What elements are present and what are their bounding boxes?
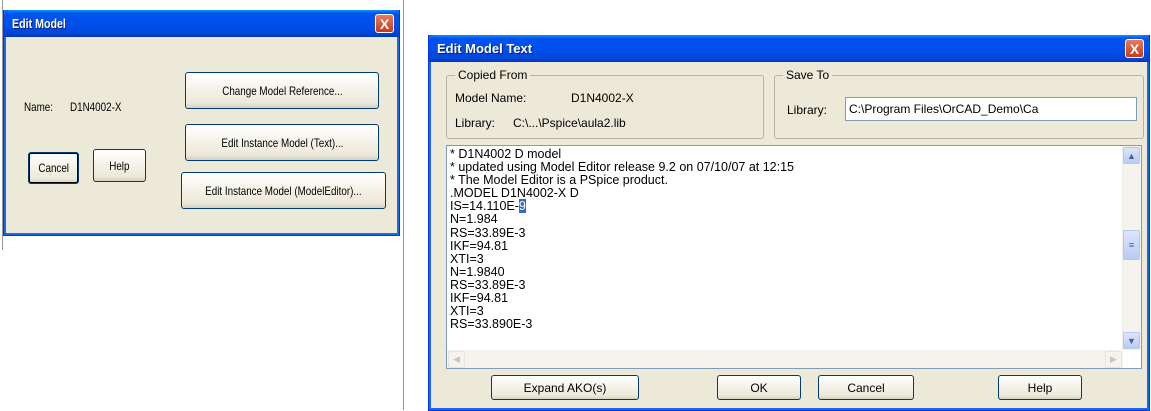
edit-instance-modeleditor-button[interactable]: Edit Instance Model (ModelEditor)... [181, 172, 386, 209]
button-label: Cancel [38, 161, 69, 175]
code-line: .MODEL D1N4002-X D [450, 186, 579, 201]
code-line: RS=33.890E-3 [450, 317, 533, 332]
button-label: Edit Instance Model (ModelEditor)... [205, 183, 362, 198]
library-path-text: C:\Program Files\OrCAD_Demo\Ca [849, 102, 1039, 116]
cancel-button[interactable]: Cancel [28, 152, 79, 184]
button-label: Expand AKO(s) [523, 380, 607, 395]
button-label: OK [750, 380, 768, 395]
title-bar[interactable]: Edit Model Text X [429, 35, 1149, 62]
code-line: XTI=3 [450, 304, 484, 319]
schematic-grid [0, 245, 410, 246]
edit-instance-text-button[interactable]: Edit Instance Model (Text)... [185, 124, 379, 161]
model-name-label: Model Name: [455, 91, 527, 105]
scroll-up-icon[interactable]: ▲ [1123, 147, 1140, 164]
name-value: D1N4002-X [70, 100, 122, 114]
model-text[interactable]: * D1N4002 D model * updated using Model E… [450, 147, 1119, 332]
title-bar[interactable]: Edit Model X [4, 10, 399, 37]
button-label: Change Model Reference... [221, 83, 343, 98]
name-label: Name: [24, 100, 53, 114]
ok-button[interactable]: OK [717, 375, 801, 400]
save-to-group: Save To Library: C:\Program Files\OrCAD_… [774, 68, 1144, 139]
save-library-field[interactable]: C:\Program Files\OrCAD_Demo\Ca [845, 97, 1137, 121]
horizontal-scrollbar[interactable]: ◀ ▶ [447, 350, 1123, 368]
scroll-down-icon[interactable]: ▼ [1123, 332, 1140, 349]
copied-from-group: Copied From Model Name: D1N4002-X Librar… [446, 68, 764, 139]
edit-model-text-dialog: Edit Model Text X Copied From Model Name… [428, 35, 1150, 411]
model-text-editor[interactable]: * D1N4002 D model * updated using Model E… [446, 145, 1142, 369]
button-label: Cancel [847, 380, 885, 395]
dialog-title: Edit Model [12, 16, 66, 31]
code-line: IS=14.110E-9 [450, 199, 526, 214]
scroll-thumb[interactable]: ≡ [1123, 229, 1140, 260]
model-name-value: D1N4002-X [571, 91, 634, 105]
code-line: IKF=94.81 [450, 291, 509, 306]
group-legend: Copied From [455, 68, 531, 82]
cancel-button[interactable]: Cancel [818, 375, 914, 400]
selected-text: 9 [518, 199, 526, 214]
library-label: Library: [787, 103, 828, 117]
close-icon[interactable]: X [1125, 39, 1144, 58]
button-label: Edit Instance Model (Text)... [221, 135, 343, 150]
vertical-scrollbar[interactable]: ▲ ≡ ▼ [1122, 146, 1141, 350]
edit-model-dialog: Edit Model X Name: D1N4002-X Change Mode… [3, 10, 400, 236]
code-line: RS=33.89E-3 [450, 277, 526, 292]
group-legend: Save To [783, 68, 833, 82]
expand-ako-button[interactable]: Expand AKO(s) [491, 375, 639, 400]
library-value: C:\...\Pspice\aula2.lib [513, 116, 626, 130]
scroll-right-icon[interactable]: ▶ [1105, 351, 1122, 368]
library-label: Library: [455, 116, 496, 130]
change-model-reference-button[interactable]: Change Model Reference... [185, 72, 379, 109]
code-line: XTI=3 [450, 251, 484, 266]
help-button[interactable]: Help [93, 149, 146, 182]
schematic-grid [403, 0, 404, 410]
button-label: Help [1027, 380, 1053, 395]
code-line: IKF=94.81 [450, 238, 509, 253]
button-label: Help [109, 158, 130, 173]
code-line: N=1.9840 [450, 264, 505, 279]
help-button[interactable]: Help [998, 375, 1082, 400]
close-icon[interactable]: X [375, 14, 394, 33]
code-line: RS=33.89E-3 [450, 225, 526, 240]
scroll-left-icon[interactable]: ◀ [448, 351, 465, 368]
dialog-title: Edit Model Text [437, 41, 533, 56]
code-line: N=1.984 [450, 212, 498, 227]
schematic-grid [0, 263, 410, 264]
